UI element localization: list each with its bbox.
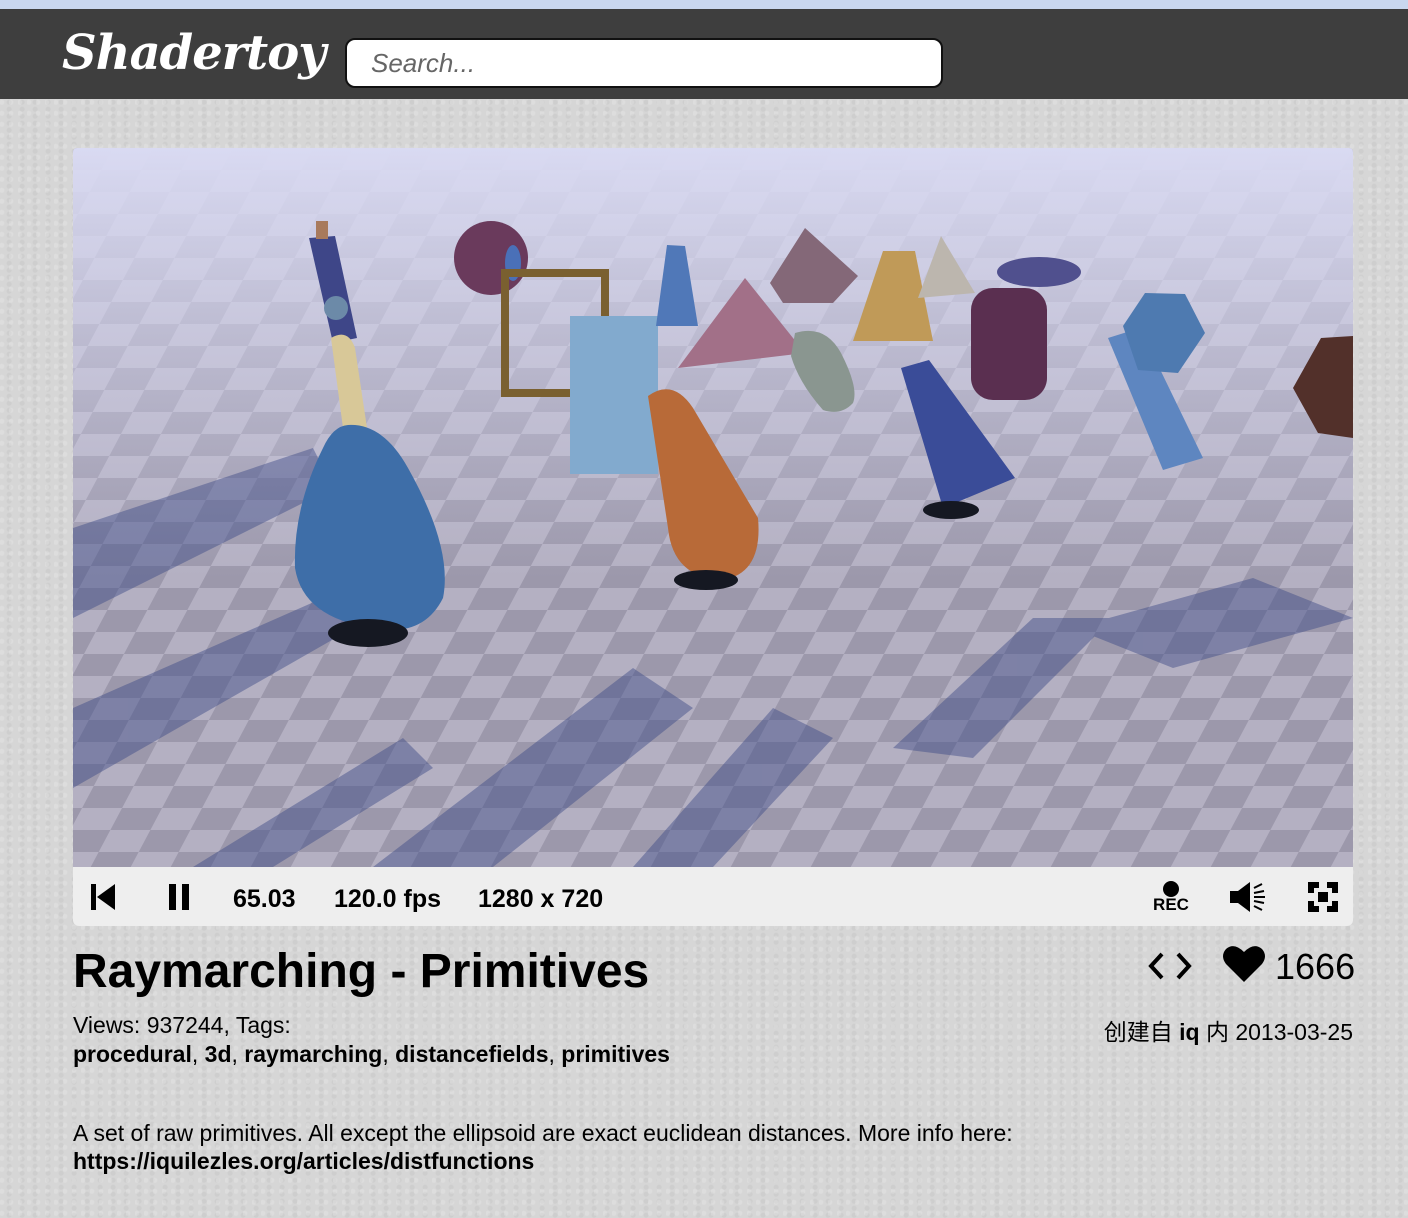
volume-icon[interactable] xyxy=(1228,867,1268,926)
likes-count: 1666 xyxy=(1275,946,1356,987)
time-display: 65.03 xyxy=(233,885,296,913)
shader-render xyxy=(73,148,1353,867)
description-link[interactable]: https://iquilezles.org/articles/distfunc… xyxy=(73,1148,534,1175)
created-mid: 内 xyxy=(1205,1019,1229,1045)
tag-link[interactable]: raymarching xyxy=(244,1041,382,1067)
pause-icon[interactable] xyxy=(165,867,193,926)
resolution-display: 1280 x 720 xyxy=(478,885,604,913)
created-date: 2013-03-25 xyxy=(1235,1019,1353,1045)
code-icon[interactable] xyxy=(1148,948,1192,984)
heart-icon[interactable] xyxy=(1222,944,1266,984)
shadertoy-logo[interactable]: Shadertoy xyxy=(62,25,326,81)
fullscreen-icon[interactable] xyxy=(1307,867,1339,926)
tag-link[interactable]: distancefields xyxy=(395,1041,548,1067)
shader-canvas[interactable] xyxy=(73,148,1353,867)
created-prefix: 创建自 xyxy=(1103,1019,1173,1045)
tag-link[interactable]: primitives xyxy=(561,1041,670,1067)
tag-link[interactable]: procedural xyxy=(73,1041,192,1067)
rewind-icon[interactable] xyxy=(89,867,119,926)
shader-player: 65.03 120.0 fps 1280 x 720 REC xyxy=(73,148,1353,926)
tag-list: procedural, 3d, raymarching, distancefie… xyxy=(73,1041,670,1067)
tag-link[interactable]: 3d xyxy=(205,1041,232,1067)
rec-label: REC xyxy=(1153,894,1189,914)
shader-description: A set of raw primitives. All except the … xyxy=(73,1120,1013,1146)
views-tags-label: Views: 937244, Tags: xyxy=(73,1012,291,1038)
created-byline: 创建自 iq 内 2013-03-25 xyxy=(1104,1013,1353,1047)
search-input[interactable] xyxy=(345,38,943,88)
header-bar: Shadertoy xyxy=(0,9,1408,99)
author-link[interactable]: iq xyxy=(1179,1019,1199,1045)
player-controls: 65.03 120.0 fps 1280 x 720 REC xyxy=(73,867,1353,926)
record-button[interactable]: REC xyxy=(1150,867,1192,926)
shader-title: Raymarching - Primitives xyxy=(73,945,650,998)
fps-display: 120.0 fps xyxy=(334,885,442,913)
browser-top-strip xyxy=(0,0,1408,9)
